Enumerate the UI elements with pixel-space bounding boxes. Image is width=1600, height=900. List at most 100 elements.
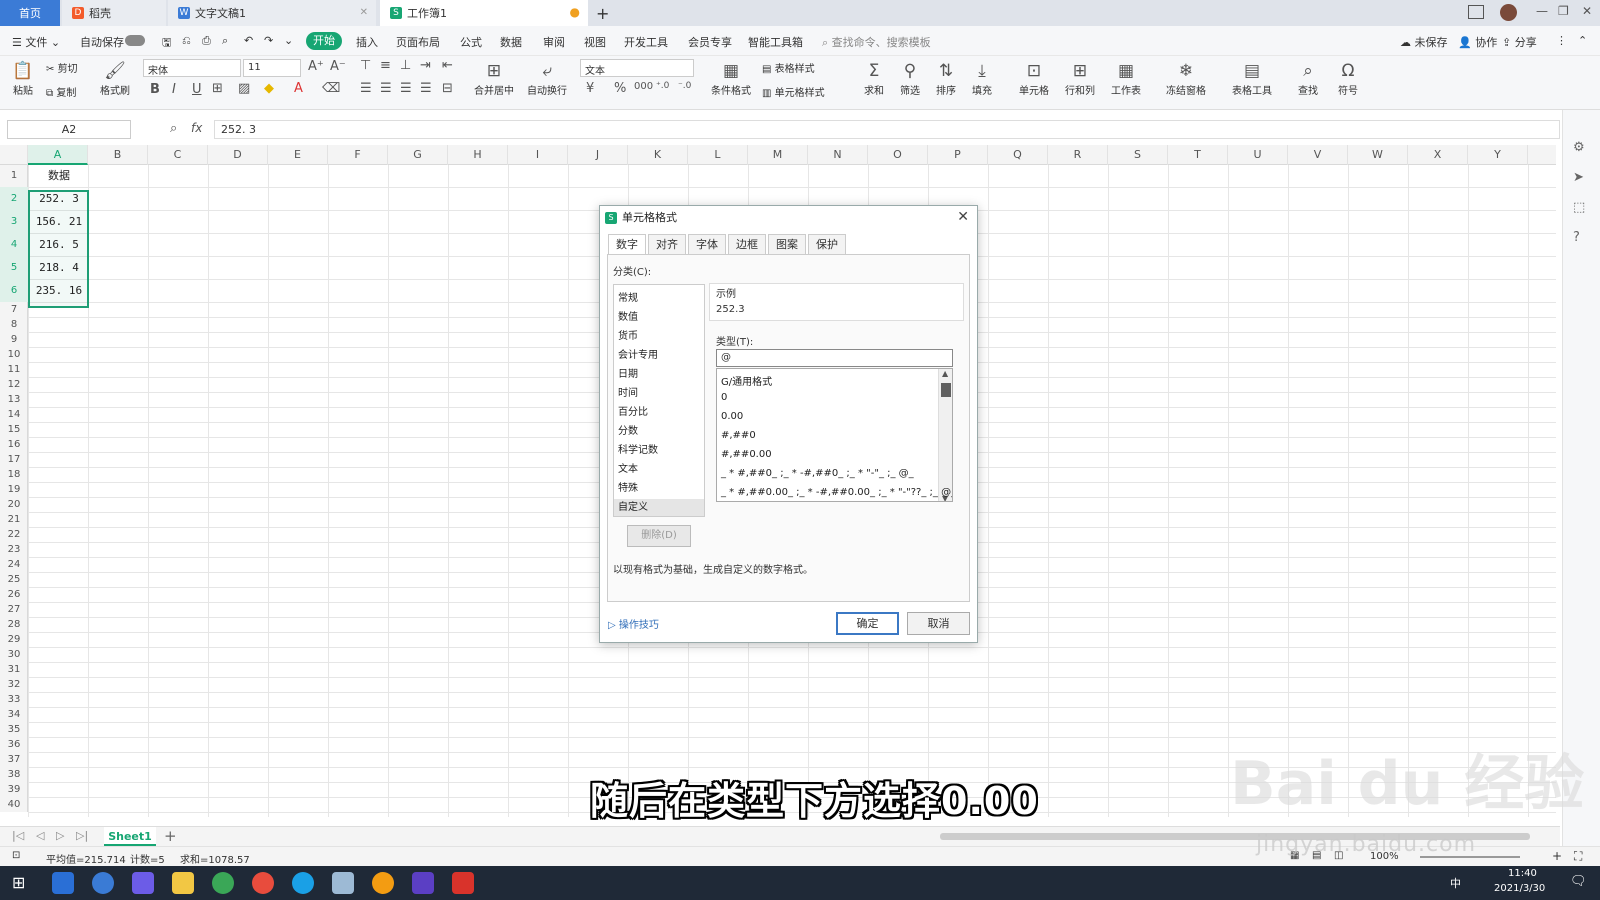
category-item[interactable]: 会计专用 [618,347,702,364]
wps-icon[interactable] [452,872,474,894]
type-option[interactable]: _ * #,##0.00_ ;_ * -#,##0.00_ ;_ * "-"??… [721,487,952,498]
column-header-J[interactable]: J [568,145,628,165]
align-top-icon[interactable]: ⊤ [360,58,371,73]
scroll-thumb[interactable] [941,383,951,397]
menu-review[interactable]: 审阅 [543,34,565,50]
formula-input[interactable]: 252. 3 [214,120,1560,139]
dialog-tab-2[interactable]: 字体 [688,234,726,254]
clear-icon[interactable]: ⌫ [322,81,340,96]
align-left-icon[interactable]: ☰ [360,81,372,96]
restore-icon[interactable]: ❐ [1558,4,1569,18]
column-header-P[interactable]: P [928,145,988,165]
delete-button[interactable]: 删除(D) [627,525,691,547]
align-bottom-icon[interactable]: ⊥ [400,58,411,73]
settings-icon[interactable]: ⚙ [1573,140,1585,155]
print-icon[interactable]: ⎙ [202,34,211,48]
column-header-M[interactable]: M [748,145,808,165]
fill-button[interactable]: ⤓ 填充 [966,60,998,97]
column-header-U[interactable]: U [1228,145,1288,165]
menu-view[interactable]: 视图 [584,34,606,50]
tab-home[interactable]: 首页 [0,0,60,26]
undo-history-icon[interactable]: ⎌ [182,34,191,48]
first-sheet-icon[interactable]: |◁ [12,829,24,842]
row-header-19[interactable]: 19 [0,482,28,497]
copy-button[interactable]: ⧉ 复制 [46,84,90,99]
column-header-L[interactable]: L [688,145,748,165]
category-item[interactable]: 时间 [618,385,702,402]
row-header-24[interactable]: 24 [0,557,28,572]
windows-start-icon[interactable]: ⊞ [12,873,25,892]
align-center-icon[interactable]: ☰ [380,81,392,96]
scroll-up-icon[interactable]: ▲ [942,369,948,378]
notification-icon[interactable]: 🗨 [1570,874,1587,889]
row-header-10[interactable]: 10 [0,347,28,362]
window-close-icon[interactable]: ✕ [1582,4,1592,18]
select-icon[interactable]: ⬚ [1573,200,1585,215]
data-cell[interactable]: 216. 5 [30,233,88,256]
cancel-button[interactable]: 取消 [907,612,970,635]
row-header-25[interactable]: 25 [0,572,28,587]
menu-insert[interactable]: 插入 [356,34,378,50]
column-header-K[interactable]: K [628,145,688,165]
wrap-text-button[interactable]: ⤶ 自动换行 [524,60,570,97]
row-header-28[interactable]: 28 [0,617,28,632]
category-list[interactable]: 常规 数值 货币 会计专用 日期 时间 百分比 分数 科学记数 文本 特殊 自定义 [613,284,705,517]
category-item[interactable]: 文本 [618,461,702,478]
app-icon[interactable] [132,872,154,894]
tips-link[interactable]: ▷ 操作技巧 [608,616,659,631]
row-header-4[interactable]: 4 [0,233,28,256]
row-header-36[interactable]: 36 [0,737,28,752]
row-header-29[interactable]: 29 [0,632,28,647]
minimize-icon[interactable]: — [1536,4,1548,18]
name-box[interactable]: A2 [7,120,131,139]
dialog-tab-4[interactable]: 图案 [768,234,806,254]
sort-button[interactable]: ⇅ 排序 [930,60,962,97]
column-header-O[interactable]: O [868,145,928,165]
preview-icon[interactable]: ⌕ [222,34,228,48]
conditional-format-button[interactable]: ▦ 条件格式 [706,60,756,97]
fx-icon[interactable]: fx [191,121,202,135]
dialog-tab-1[interactable]: 对齐 [648,234,686,254]
cell-button[interactable]: ⊡ 单元格 [1014,60,1054,97]
font-color-icon[interactable]: A [294,81,303,96]
cell-style-button[interactable]: ▥ 单元格样式 [762,84,840,99]
type-input[interactable]: @ [716,349,953,367]
data-cell[interactable]: 156. 21 [30,210,88,233]
notes-icon[interactable] [332,872,354,894]
row-header-18[interactable]: 18 [0,467,28,482]
tab-sheet[interactable]: S 工作簿1 ● [380,0,588,26]
row-header-17[interactable]: 17 [0,452,28,467]
row-header-26[interactable]: 26 [0,587,28,602]
row-header-39[interactable]: 39 [0,782,28,797]
paste-button[interactable]: 📋 粘贴 [8,60,38,97]
share-button[interactable]: ⇪ 分享 [1502,34,1537,50]
autosave-toggle[interactable] [125,35,145,46]
chrome-alt-icon[interactable] [252,872,274,894]
dialog-tab-3[interactable]: 边框 [728,234,766,254]
menu-start[interactable]: 开始 [306,32,342,50]
type-option[interactable]: 0 [721,392,727,403]
category-item[interactable]: 自定义 [614,499,704,516]
font-size-select[interactable]: 11 [243,59,301,77]
row-header-12[interactable]: 12 [0,377,28,392]
tab-doc[interactable]: W 文字文稿1 ✕ [168,0,376,26]
font-shrink-icon[interactable]: A⁻ [330,59,346,74]
merge-center-button[interactable]: ⊞ 合并居中 [468,60,520,97]
zoom-in-icon[interactable]: + [1552,849,1562,863]
sheet-tab-sheet1[interactable]: Sheet1 [104,827,156,846]
row-header-14[interactable]: 14 [0,407,28,422]
row-header-34[interactable]: 34 [0,707,28,722]
column-header-B[interactable]: B [88,145,148,165]
column-header-V[interactable]: V [1288,145,1348,165]
row-header-11[interactable]: 11 [0,362,28,377]
type-option[interactable]: 0.00 [721,411,743,422]
row-header-22[interactable]: 22 [0,527,28,542]
category-item[interactable]: 货币 [618,328,702,345]
column-header-S[interactable]: S [1108,145,1168,165]
row-header-32[interactable]: 32 [0,677,28,692]
thousands-icon[interactable]: 000 [634,81,653,92]
video-icon[interactable] [412,872,434,894]
row-header-33[interactable]: 33 [0,692,28,707]
fill-color-icon[interactable]: ◆ [264,81,274,96]
pointer-icon[interactable]: ➤ [1573,170,1584,185]
